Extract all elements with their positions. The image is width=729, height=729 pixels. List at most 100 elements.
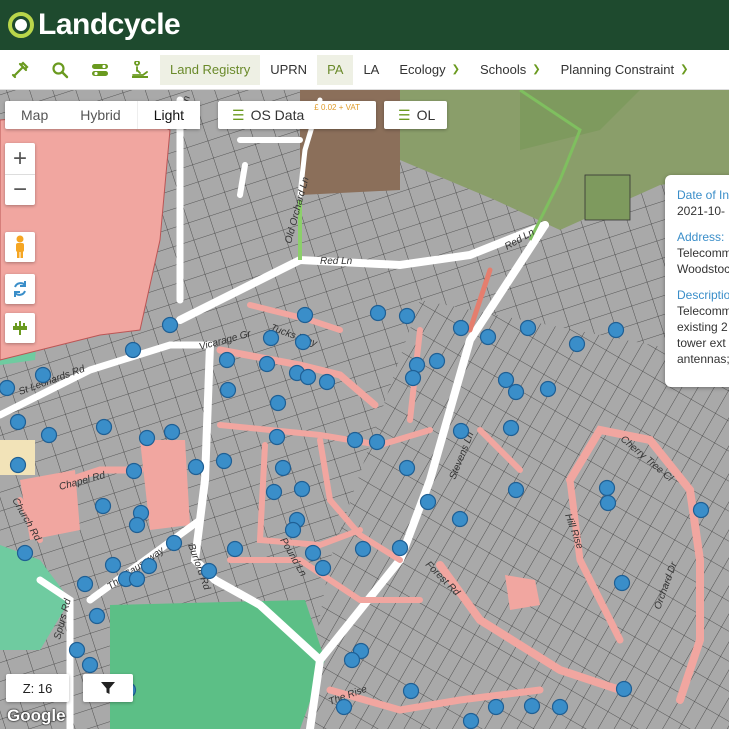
planning-application-pin[interactable] (507, 481, 525, 499)
planning-application-pin[interactable] (369, 304, 387, 322)
planning-application-pin[interactable] (487, 698, 505, 716)
planning-application-pin[interactable] (104, 556, 122, 574)
zoom-out-button[interactable]: − (5, 174, 35, 205)
planning-application-pin[interactable] (200, 562, 218, 580)
planning-application-pin[interactable] (284, 521, 302, 539)
street-view-pegman-icon[interactable] (5, 232, 35, 262)
planning-application-pin[interactable] (125, 462, 143, 480)
planning-application-pin[interactable] (428, 352, 446, 370)
planning-application-pin[interactable] (218, 351, 236, 369)
planning-application-pin[interactable] (269, 394, 287, 412)
planning-application-pin[interactable] (265, 483, 283, 501)
tab-pa[interactable]: PA (317, 54, 354, 85)
planning-application-pin[interactable] (462, 712, 480, 729)
planning-application-pin[interactable] (187, 458, 205, 476)
planning-application-pin[interactable] (613, 574, 631, 592)
planning-application-pin[interactable] (219, 381, 237, 399)
planning-application-pin[interactable] (451, 510, 469, 528)
planning-application-pin[interactable] (138, 429, 156, 447)
planning-application-pin[interactable] (296, 306, 314, 324)
planning-application-pin[interactable] (9, 456, 27, 474)
planning-application-pin[interactable] (507, 383, 525, 401)
planning-application-pin[interactable] (343, 651, 361, 669)
planning-application-pin[interactable] (598, 479, 616, 497)
map-canvas[interactable]: Red Ln Red Ln Stevens Ln The Causeway Bu… (0, 90, 729, 729)
measure-icon[interactable] (5, 313, 35, 343)
planning-application-pin[interactable] (9, 413, 27, 431)
map-type-light[interactable]: Light (136, 101, 201, 129)
planning-application-pin[interactable] (40, 426, 58, 444)
planning-application-pin[interactable] (293, 480, 311, 498)
planning-application-pin[interactable] (299, 368, 317, 386)
planning-application-pin[interactable] (95, 418, 113, 436)
planning-application-pin[interactable] (368, 433, 386, 451)
planning-application-pin[interactable] (523, 697, 541, 715)
os-data-button[interactable]: ☰ OS Data £ 0.02 + VAT (218, 101, 376, 129)
planning-application-pin[interactable] (161, 316, 179, 334)
search-icon[interactable] (40, 50, 80, 89)
tab-la[interactable]: LA (353, 55, 389, 85)
toggle-icon[interactable] (80, 50, 120, 89)
planning-application-pin[interactable] (128, 516, 146, 534)
map-type-map[interactable]: Map (5, 101, 64, 129)
planning-application-pin[interactable] (346, 431, 364, 449)
refresh-icon[interactable] (5, 274, 35, 304)
planning-application-pin[interactable] (551, 698, 569, 716)
planning-application-pin[interactable] (165, 534, 183, 552)
planning-application-pin[interactable] (452, 422, 470, 440)
planning-application-pin[interactable] (391, 539, 409, 557)
tab-land-registry[interactable]: Land Registry (160, 54, 261, 85)
planning-application-pin[interactable] (402, 682, 420, 700)
planning-application-pin[interactable] (419, 493, 437, 511)
planning-application-pin[interactable] (568, 335, 586, 353)
planning-application-pin[interactable] (452, 319, 470, 337)
tab-uprn[interactable]: UPRN (260, 55, 317, 85)
planning-application-pin[interactable] (0, 379, 16, 397)
ol-button[interactable]: ☰ OL (384, 101, 448, 129)
planning-application-pin[interactable] (335, 698, 353, 716)
planning-application-pin[interactable] (16, 544, 34, 562)
planning-application-pin[interactable] (354, 540, 372, 558)
planning-application-pin[interactable] (304, 544, 322, 562)
hand-icon[interactable] (120, 50, 160, 89)
planning-application-pin[interactable] (68, 641, 86, 659)
planning-application-pin[interactable] (274, 459, 292, 477)
planning-application-pin[interactable] (294, 333, 312, 351)
planning-application-pin[interactable] (34, 366, 52, 384)
planning-application-pin[interactable] (88, 607, 106, 625)
filter-button[interactable] (83, 674, 133, 702)
planning-application-pin[interactable] (318, 373, 336, 391)
planning-application-pin[interactable] (124, 341, 142, 359)
zoom-in-button[interactable]: + (5, 143, 35, 174)
ecology-dropdown[interactable]: Ecology ❯ (389, 55, 470, 85)
planning-application-pin[interactable] (258, 355, 276, 373)
planning-application-pin[interactable] (497, 371, 515, 389)
map-type-hybrid[interactable]: Hybrid (64, 101, 136, 129)
planning-constraint-dropdown[interactable]: Planning Constraint ❯ (551, 55, 699, 85)
planning-application-pin[interactable] (76, 575, 94, 593)
planning-application-pin[interactable] (607, 321, 625, 339)
planning-application-pin[interactable] (94, 497, 112, 515)
planning-application-pin[interactable] (692, 501, 710, 519)
planning-application-pin[interactable] (615, 680, 633, 698)
planning-application-pin[interactable] (539, 380, 557, 398)
planning-application-pin[interactable] (404, 369, 422, 387)
tools-icon[interactable] (0, 50, 40, 89)
planning-application-pin[interactable] (519, 319, 537, 337)
planning-application-pin[interactable] (81, 656, 99, 674)
planning-application-pin[interactable] (226, 540, 244, 558)
planning-application-pin[interactable] (502, 419, 520, 437)
planning-application-pin[interactable] (268, 428, 286, 446)
planning-application-pin[interactable] (479, 328, 497, 346)
planning-application-pin[interactable] (314, 559, 332, 577)
planning-application-pin[interactable] (398, 459, 416, 477)
planning-application-pin[interactable] (599, 494, 617, 512)
planning-application-pin[interactable] (163, 423, 181, 441)
planning-info-panel[interactable]: Date of In 2021-10- Address: Telecomm Wo… (665, 175, 729, 387)
planning-application-pin[interactable] (140, 557, 158, 575)
schools-dropdown[interactable]: Schools ❯ (470, 55, 551, 85)
planning-application-pin[interactable] (128, 570, 146, 588)
planning-application-pin[interactable] (215, 452, 233, 470)
planning-application-pin[interactable] (262, 329, 280, 347)
planning-application-pin[interactable] (398, 307, 416, 325)
